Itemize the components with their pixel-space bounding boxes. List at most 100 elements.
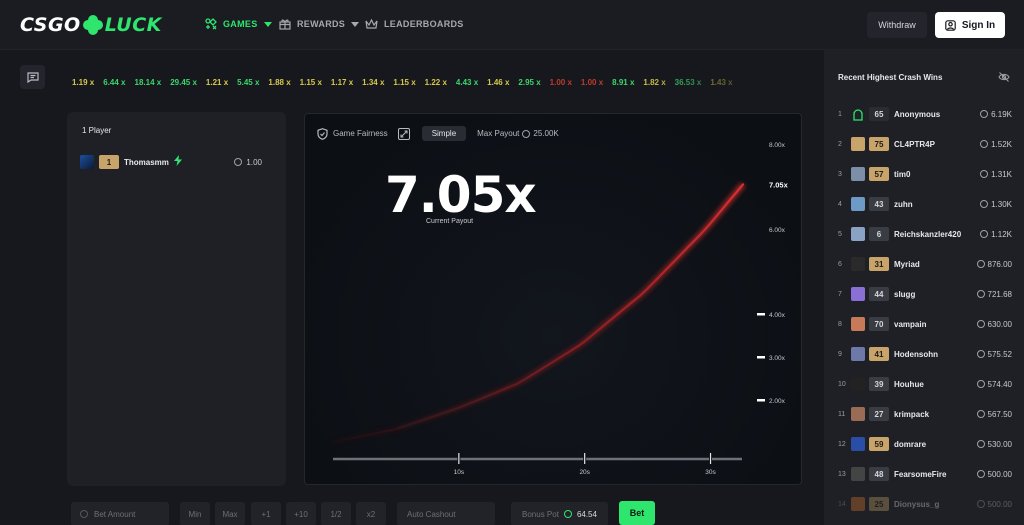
x-tick-mark [458,453,460,464]
coin-icon [980,230,989,238]
coin-icon [976,290,985,298]
y-tick-label: 4.00x [769,312,786,319]
leaderboard-row[interactable]: 5 6 Reichskanzler420 1.12K [838,226,1012,242]
history-multiplier[interactable]: 8.91 x [612,78,634,87]
win-amount-value: 876.00 [987,259,1012,269]
view-mode-toggle[interactable]: Simple [421,126,467,141]
nav-leaderboards[interactable]: LEADERBOARDS [365,18,464,30]
win-amount: 1.12K [980,230,1012,239]
player-row[interactable]: 1 Thomasmm 1.00 [80,154,276,170]
lightning-icon [173,155,182,169]
crash-game-panel: 8.00x 6.00x 4.00x 3.00x 2.00x 7.05x 10s 20s 30s … [304,113,802,485]
history-multiplier[interactable]: 1.21 x [206,78,228,87]
level-badge: 59 [869,437,889,451]
history-multiplier[interactable]: 1.19 x [72,78,94,87]
withdraw-button[interactable]: Withdraw [867,12,927,38]
win-amount: 721.68 [976,290,1012,299]
max-button[interactable]: Max [215,502,245,525]
history-multiplier[interactable]: 18.14 x [135,78,162,87]
coin-icon [976,320,985,328]
leaderboard-row[interactable]: 11 27 krimpack 567.50 [838,406,1012,422]
history-multiplier[interactable]: 1.34 x [362,78,384,87]
leaderboard-row[interactable]: 1 65 Anonymous 6.19K [838,106,1012,122]
nav-rewards-label: REWARDS [297,19,346,29]
leaderboard-row[interactable]: 10 39 Houhue 574.40 [838,376,1012,392]
history-multiplier[interactable]: 29.45 x [170,78,197,87]
current-multiplier: 7.05x [385,166,537,224]
bet-amount-placeholder: Bet Amount [94,509,136,519]
avatar [851,167,865,181]
game-fairness-link[interactable]: Game Fairness [333,129,388,138]
win-amount-value: 1.52K [991,139,1012,149]
coin-icon [234,158,243,166]
rank-number: 12 [838,440,846,448]
plus-ten-button[interactable]: +10 [286,502,316,525]
player-name: Anonymous [894,109,941,119]
coin-icon [976,500,985,508]
auto-cashout-input[interactable]: Auto Cashout [397,502,495,525]
leaderboard-row[interactable]: 13 48 FearsomeFire 500.00 [838,466,1012,482]
history-fade-overlay [640,70,820,95]
min-button[interactable]: Min [180,502,210,525]
win-amount: 530.00 [976,440,1012,449]
plus-one-button[interactable]: +1 [251,502,281,525]
bonus-pot-value: 64.54 [576,509,597,519]
players-panel: 1 Player 1 Thomasmm 1.00 [67,112,286,486]
history-multiplier[interactable]: 1.17 x [331,78,353,87]
rank-number: 7 [838,290,842,298]
history-multiplier[interactable]: 2.95 x [518,78,540,87]
history-multiplier[interactable]: 1.22 x [425,78,447,87]
nav-games[interactable]: GAMES [205,18,272,30]
nav-rewards[interactable]: REWARDS [279,18,360,30]
avatar [851,377,865,391]
leaderboard-row[interactable]: 4 43 zuhn 1.30K [838,196,1012,212]
avatar [80,155,94,169]
shield-icon [317,127,328,140]
half-button[interactable]: 1/2 [321,502,351,525]
avatar [851,467,865,481]
history-multiplier[interactable]: 1.46 x [487,78,509,87]
win-amount: 567.50 [976,410,1012,419]
history-multiplier[interactable]: 1.00 x [550,78,572,87]
history-multiplier[interactable]: 1.15 x [393,78,415,87]
history-multiplier[interactable]: 1.15 x [300,78,322,87]
rank-number: 4 [838,200,842,208]
rank-number: 6 [838,260,842,268]
leaderboard-row[interactable]: 7 44 slugg 721.68 [838,286,1012,302]
games-icon [205,18,217,30]
coin-icon [976,440,985,448]
leaderboard-row[interactable]: 2 75 CL4PTR4P 1.52K [838,136,1012,152]
leaderboard-row[interactable]: 9 41 Hodensohn 575.52 [838,346,1012,362]
avatar [851,437,865,451]
history-multiplier[interactable]: 5.45 x [237,78,259,87]
avatar [851,197,865,211]
chat-toggle-button[interactable] [20,65,45,89]
leaderboard-row[interactable]: 8 70 vampain 630.00 [838,316,1012,332]
x-tick-mark [584,453,586,464]
double-button[interactable]: x2 [356,502,386,525]
level-badge: 57 [869,167,889,181]
win-amount: 630.00 [976,320,1012,329]
history-multiplier[interactable]: 6.44 x [103,78,125,87]
max-payout-value: 25.00K [533,129,559,138]
logo-text-part2: LUCK [104,14,162,36]
leaderboard-row[interactable]: 14 25 Dionysus_g 500.00 [838,496,1012,512]
leaderboard-row[interactable]: 6 31 Myriad 876.00 [838,256,1012,272]
leaderboard-row[interactable]: 12 59 domrare 530.00 [838,436,1012,452]
sign-in-button[interactable]: Sign In [935,12,1005,38]
y-tick-label: 3.00x [769,355,786,362]
eye-off-icon[interactable] [998,72,1010,82]
bet-button[interactable]: Bet [619,501,655,525]
avatar [851,107,865,121]
bonus-pot-label: Bonus Pot [522,509,559,519]
coin-icon [980,140,989,148]
expand-icon[interactable] [397,127,410,140]
leaderboard-row[interactable]: 3 57 tim0 1.31K [838,166,1012,182]
history-multiplier[interactable]: 1.88 x [268,78,290,87]
y-tick-mark [757,356,765,359]
coin-icon [980,170,989,178]
logo[interactable]: CSGO LUCK [20,14,162,36]
history-multiplier[interactable]: 1.00 x [581,78,603,87]
bet-amount-input[interactable]: Bet Amount [71,502,169,525]
history-multiplier[interactable]: 4.43 x [456,78,478,87]
